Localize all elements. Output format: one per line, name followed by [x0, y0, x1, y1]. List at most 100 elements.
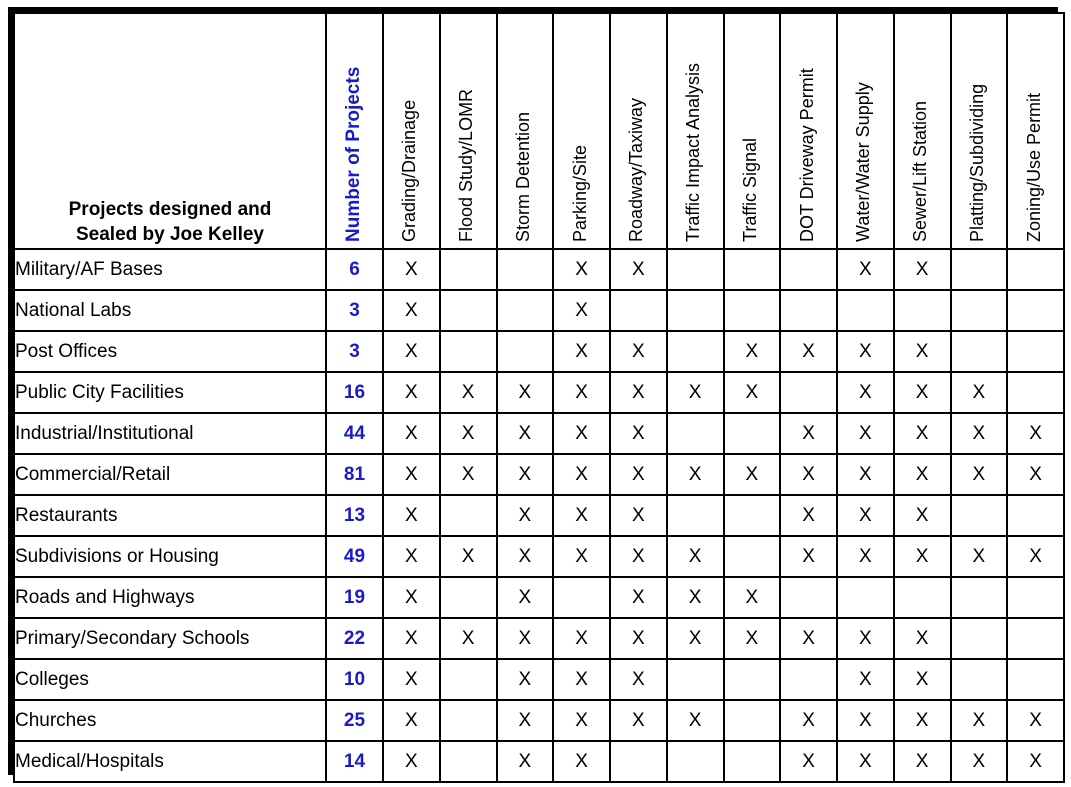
mark-cell-checked[interactable]: X: [892, 330, 952, 373]
mark-cell-checked[interactable]: X: [552, 289, 611, 332]
mark-cell-checked[interactable]: X: [382, 371, 441, 414]
mark-cell-checked[interactable]: X: [722, 371, 782, 414]
mark-cell-checked[interactable]: X: [552, 453, 611, 496]
mark-cell-checked[interactable]: X: [495, 412, 555, 455]
mark-cell-empty[interactable]: [609, 740, 668, 783]
mark-cell-checked[interactable]: X: [836, 453, 895, 496]
mark-cell-checked[interactable]: X: [552, 371, 611, 414]
mark-cell-empty[interactable]: [665, 289, 725, 332]
mark-cell-empty[interactable]: [1006, 576, 1065, 619]
mark-cell-checked[interactable]: X: [609, 617, 668, 660]
mark-cell-checked[interactable]: X: [609, 330, 668, 373]
mark-cell-empty[interactable]: [665, 330, 725, 373]
mark-cell-checked[interactable]: X: [438, 617, 498, 660]
mark-cell-empty[interactable]: [495, 248, 555, 291]
mark-cell-checked[interactable]: X: [382, 248, 441, 291]
mark-cell-checked[interactable]: X: [609, 535, 668, 578]
mark-cell-empty[interactable]: [949, 330, 1009, 373]
mark-cell-checked[interactable]: X: [609, 453, 668, 496]
mark-cell-checked[interactable]: X: [892, 371, 952, 414]
mark-cell-empty[interactable]: [495, 330, 555, 373]
mark-cell-checked[interactable]: X: [892, 494, 952, 537]
mark-cell-checked[interactable]: X: [779, 494, 838, 537]
mark-cell-checked[interactable]: X: [1006, 699, 1065, 742]
mark-cell-empty[interactable]: [438, 740, 498, 783]
mark-cell-checked[interactable]: X: [552, 494, 611, 537]
mark-cell-checked[interactable]: X: [609, 699, 668, 742]
mark-cell-checked[interactable]: X: [836, 330, 895, 373]
mark-cell-checked[interactable]: X: [552, 617, 611, 660]
mark-cell-empty[interactable]: [1006, 371, 1065, 414]
mark-cell-checked[interactable]: X: [892, 453, 952, 496]
mark-cell-checked[interactable]: X: [495, 740, 555, 783]
mark-cell-empty[interactable]: [665, 658, 725, 701]
mark-cell-checked[interactable]: X: [779, 330, 838, 373]
mark-cell-checked[interactable]: X: [665, 617, 725, 660]
mark-cell-checked[interactable]: X: [665, 371, 725, 414]
mark-cell-empty[interactable]: [438, 330, 498, 373]
mark-cell-checked[interactable]: X: [552, 740, 611, 783]
mark-cell-empty[interactable]: [722, 494, 782, 537]
mark-cell-checked[interactable]: X: [382, 617, 441, 660]
mark-cell-checked[interactable]: X: [722, 453, 782, 496]
header-number-of-projects[interactable]: Number of Projects: [325, 12, 384, 250]
mark-cell-checked[interactable]: X: [779, 740, 838, 783]
mark-cell-checked[interactable]: X: [892, 699, 952, 742]
mark-cell-empty[interactable]: [1006, 248, 1065, 291]
mark-cell-empty[interactable]: [438, 658, 498, 701]
mark-cell-checked[interactable]: X: [552, 699, 611, 742]
mark-cell-checked[interactable]: X: [892, 535, 952, 578]
mark-cell-checked[interactable]: X: [949, 453, 1009, 496]
mark-cell-checked[interactable]: X: [552, 535, 611, 578]
mark-cell-checked[interactable]: X: [382, 535, 441, 578]
header-discipline-traffic-impact-analysis[interactable]: Traffic Impact Analysis: [665, 12, 725, 250]
header-discipline-dot-driveway-permit[interactable]: DOT Driveway Permit: [779, 12, 838, 250]
mark-cell-checked[interactable]: X: [836, 248, 895, 291]
mark-cell-empty[interactable]: [722, 289, 782, 332]
mark-cell-checked[interactable]: X: [836, 740, 895, 783]
header-discipline-parking-site[interactable]: Parking/Site: [552, 12, 611, 250]
mark-cell-empty[interactable]: [722, 535, 782, 578]
mark-cell-empty[interactable]: [722, 658, 782, 701]
mark-cell-checked[interactable]: X: [382, 740, 441, 783]
mark-cell-checked[interactable]: X: [1006, 740, 1065, 783]
header-discipline-roadway-taxiway[interactable]: Roadway/Taxiway: [609, 12, 668, 250]
mark-cell-checked[interactable]: X: [552, 330, 611, 373]
mark-cell-empty[interactable]: [892, 289, 952, 332]
mark-cell-checked[interactable]: X: [495, 535, 555, 578]
mark-cell-checked[interactable]: X: [609, 658, 668, 701]
mark-cell-checked[interactable]: X: [722, 576, 782, 619]
mark-cell-checked[interactable]: X: [495, 494, 555, 537]
mark-cell-empty[interactable]: [949, 617, 1009, 660]
mark-cell-checked[interactable]: X: [779, 453, 838, 496]
mark-cell-checked[interactable]: X: [892, 617, 952, 660]
mark-cell-checked[interactable]: X: [1006, 453, 1065, 496]
mark-cell-checked[interactable]: X: [495, 699, 555, 742]
mark-cell-checked[interactable]: X: [779, 699, 838, 742]
header-discipline-water-water-supply[interactable]: Water/Water Supply: [836, 12, 895, 250]
mark-cell-checked[interactable]: X: [665, 535, 725, 578]
mark-cell-checked[interactable]: X: [609, 371, 668, 414]
mark-cell-empty[interactable]: [438, 699, 498, 742]
mark-cell-checked[interactable]: X: [779, 535, 838, 578]
mark-cell-checked[interactable]: X: [609, 576, 668, 619]
mark-cell-checked[interactable]: X: [836, 494, 895, 537]
mark-cell-empty[interactable]: [722, 412, 782, 455]
mark-cell-empty[interactable]: [1006, 617, 1065, 660]
mark-cell-checked[interactable]: X: [779, 617, 838, 660]
mark-cell-empty[interactable]: [1006, 289, 1065, 332]
mark-cell-checked[interactable]: X: [949, 371, 1009, 414]
header-discipline-flood-study-lomr[interactable]: Flood Study/LOMR: [438, 12, 498, 250]
mark-cell-empty[interactable]: [949, 576, 1009, 619]
mark-cell-empty[interactable]: [722, 699, 782, 742]
header-discipline-storm-detention[interactable]: Storm Detention: [495, 12, 555, 250]
header-discipline-sewer-lift-station[interactable]: Sewer/Lift Station: [892, 12, 952, 250]
mark-cell-checked[interactable]: X: [892, 412, 952, 455]
mark-cell-empty[interactable]: [438, 494, 498, 537]
mark-cell-empty[interactable]: [1006, 330, 1065, 373]
mark-cell-empty[interactable]: [949, 248, 1009, 291]
mark-cell-checked[interactable]: X: [609, 412, 668, 455]
mark-cell-checked[interactable]: X: [609, 494, 668, 537]
mark-cell-empty[interactable]: [1006, 494, 1065, 537]
mark-cell-empty[interactable]: [609, 289, 668, 332]
